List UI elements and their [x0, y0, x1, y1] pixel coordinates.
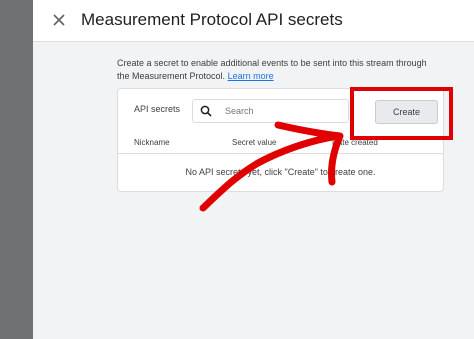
create-button[interactable]: Create [375, 100, 438, 124]
description: Create a secret to enable additional eve… [117, 57, 437, 83]
table-divider [118, 153, 443, 154]
close-icon [53, 14, 65, 26]
close-button[interactable] [49, 10, 69, 30]
search-icon [199, 104, 213, 118]
search-input[interactable] [223, 105, 337, 117]
column-header-nickname[interactable]: Nickname [134, 138, 170, 147]
secrets-panel: Measurement Protocol API secrets Create … [33, 0, 474, 339]
empty-state-message: No API secrets yet, click "Create" to cr… [185, 167, 376, 177]
panel-header: Measurement Protocol API secrets [33, 0, 474, 42]
api-secrets-card: API secrets Create Nickname Secret value… [117, 88, 444, 192]
background-strip [0, 0, 33, 339]
api-secrets-label: API secrets [134, 104, 181, 114]
column-header-date-created[interactable]: Date created [332, 138, 378, 147]
page-title: Measurement Protocol API secrets [81, 10, 343, 29]
search-box[interactable] [192, 99, 349, 123]
column-header-secret-value[interactable]: Secret value [232, 138, 276, 147]
learn-more-link[interactable]: Learn more [228, 71, 274, 81]
